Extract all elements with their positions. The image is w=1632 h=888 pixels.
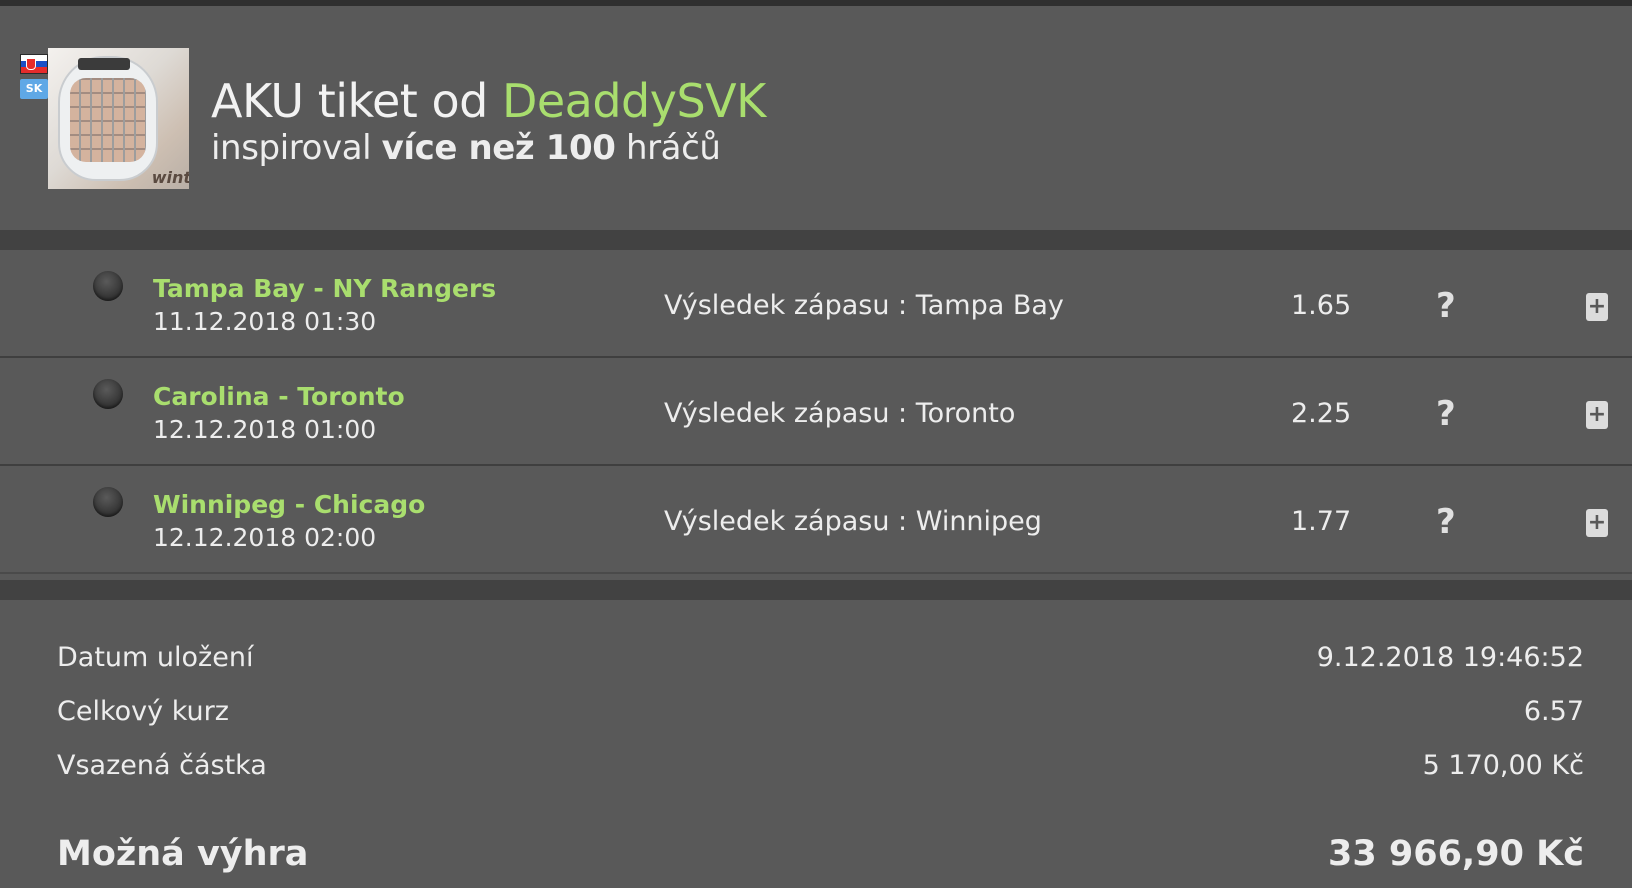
match-date: 12.12.2018 02:00 — [153, 523, 377, 552]
result-unknown-icon: ? — [1436, 502, 1456, 542]
slovakia-flag-icon — [20, 54, 48, 74]
status-dot-icon — [93, 487, 123, 517]
summary-divider — [0, 580, 1632, 600]
title-prefix: AKU tiket od — [211, 74, 502, 128]
page-title: AKU tiket od DeaddySVK — [211, 74, 766, 128]
avatar-brand-text: wint — [151, 168, 189, 187]
bet-pick: Výsledek zápasu : Toronto — [664, 398, 1016, 429]
bet-odds: 1.65 — [1291, 290, 1352, 321]
bet-pick: Výsledek zápasu : Winnipeg — [664, 506, 1042, 537]
subtitle-suffix: hráčů — [615, 128, 721, 168]
user-avatar[interactable]: wint — [48, 48, 189, 189]
subtitle-count: více než 100 — [381, 128, 616, 168]
total-odds-value: 6.57 — [1523, 696, 1584, 727]
ticket-header: wint SK AKU tiket od DeaddySVK inspirova… — [0, 6, 1632, 230]
match-name[interactable]: Tampa Bay - NY Rangers — [153, 274, 496, 303]
stake-value: 5 170,00 Kč — [1422, 750, 1584, 781]
copy-bet-icon[interactable] — [1586, 288, 1610, 321]
bet-row: Carolina - Toronto 12.12.2018 01:00 Výsl… — [0, 358, 1632, 466]
possible-win-label: Možná výhra — [57, 834, 309, 874]
ticket-summary: Datum uložení 9.12.2018 19:46:52 Celkový… — [0, 600, 1632, 888]
status-dot-icon — [93, 379, 123, 409]
match-name[interactable]: Winnipeg - Chicago — [153, 490, 425, 519]
language-badge: SK — [20, 79, 48, 99]
copy-bet-icon[interactable] — [1586, 504, 1610, 537]
match-name[interactable]: Carolina - Toronto — [153, 382, 405, 411]
total-odds-label: Celkový kurz — [57, 696, 229, 727]
result-unknown-icon: ? — [1436, 286, 1456, 326]
bet-row: Winnipeg - Chicago 12.12.2018 02:00 Výsl… — [0, 466, 1632, 574]
stake-label: Vsazená částka — [57, 750, 267, 781]
page-subtitle: inspiroval více než 100 hráčů — [211, 128, 721, 168]
bet-odds: 1.77 — [1291, 506, 1352, 537]
goalie-cage-image — [70, 78, 146, 162]
mask-logo-strip — [78, 58, 130, 70]
bet-list: Tampa Bay - NY Rangers 11.12.2018 01:30 … — [0, 250, 1632, 574]
bet-row: Tampa Bay - NY Rangers 11.12.2018 01:30 … — [0, 250, 1632, 358]
bet-odds: 2.25 — [1291, 398, 1352, 429]
username-link[interactable]: DeaddySVK — [502, 74, 766, 128]
copy-bet-icon[interactable] — [1586, 396, 1610, 429]
status-dot-icon — [93, 271, 123, 301]
subtitle-prefix: inspiroval — [211, 128, 382, 168]
bet-pick: Výsledek zápasu : Tampa Bay — [664, 290, 1064, 321]
match-date: 12.12.2018 01:00 — [153, 415, 377, 444]
possible-win-value: 33 966,90 Kč — [1327, 834, 1584, 874]
saved-date-value: 9.12.2018 19:46:52 — [1316, 642, 1584, 673]
match-date: 11.12.2018 01:30 — [153, 307, 377, 336]
saved-date-label: Datum uložení — [57, 642, 254, 673]
result-unknown-icon: ? — [1436, 394, 1456, 434]
header-divider — [0, 230, 1632, 250]
